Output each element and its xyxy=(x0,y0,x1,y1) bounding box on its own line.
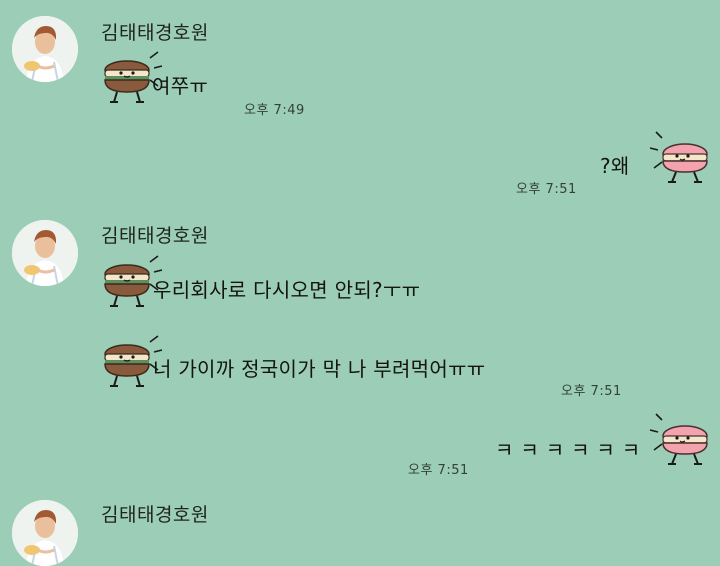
avatar[interactable] xyxy=(12,220,78,286)
sender-name: 김태태경호원 xyxy=(101,504,209,526)
sender-name: 김태태경호원 xyxy=(101,22,209,44)
message-text: ㅋ ㅋ ㅋ ㅋ ㅋ ㅋ xyxy=(495,438,641,462)
pink-macaron-icon xyxy=(649,413,720,482)
message-text: ?왜 xyxy=(600,154,630,178)
message-time: 오후 7:51 xyxy=(408,463,469,478)
avatar[interactable] xyxy=(12,16,78,82)
message-time: 오후 7:49 xyxy=(244,103,305,118)
message-text: 여쭈ㅠ xyxy=(152,74,209,98)
sender-name: 김태태경호원 xyxy=(101,225,209,247)
message-text: 우리회사로 다시오면 안되?ㅜㅠ xyxy=(153,278,421,302)
brown-macaron-icon xyxy=(92,335,163,406)
message-text: 너 가이까 정국이가 막 나 부려먹어ㅠㅠ xyxy=(153,357,486,381)
message-time: 오후 7:51 xyxy=(561,384,622,399)
pink-macaron-icon xyxy=(649,131,720,200)
brown-macaron-icon xyxy=(92,255,163,326)
message-time: 오후 7:51 xyxy=(516,182,577,197)
avatar[interactable] xyxy=(12,500,78,566)
